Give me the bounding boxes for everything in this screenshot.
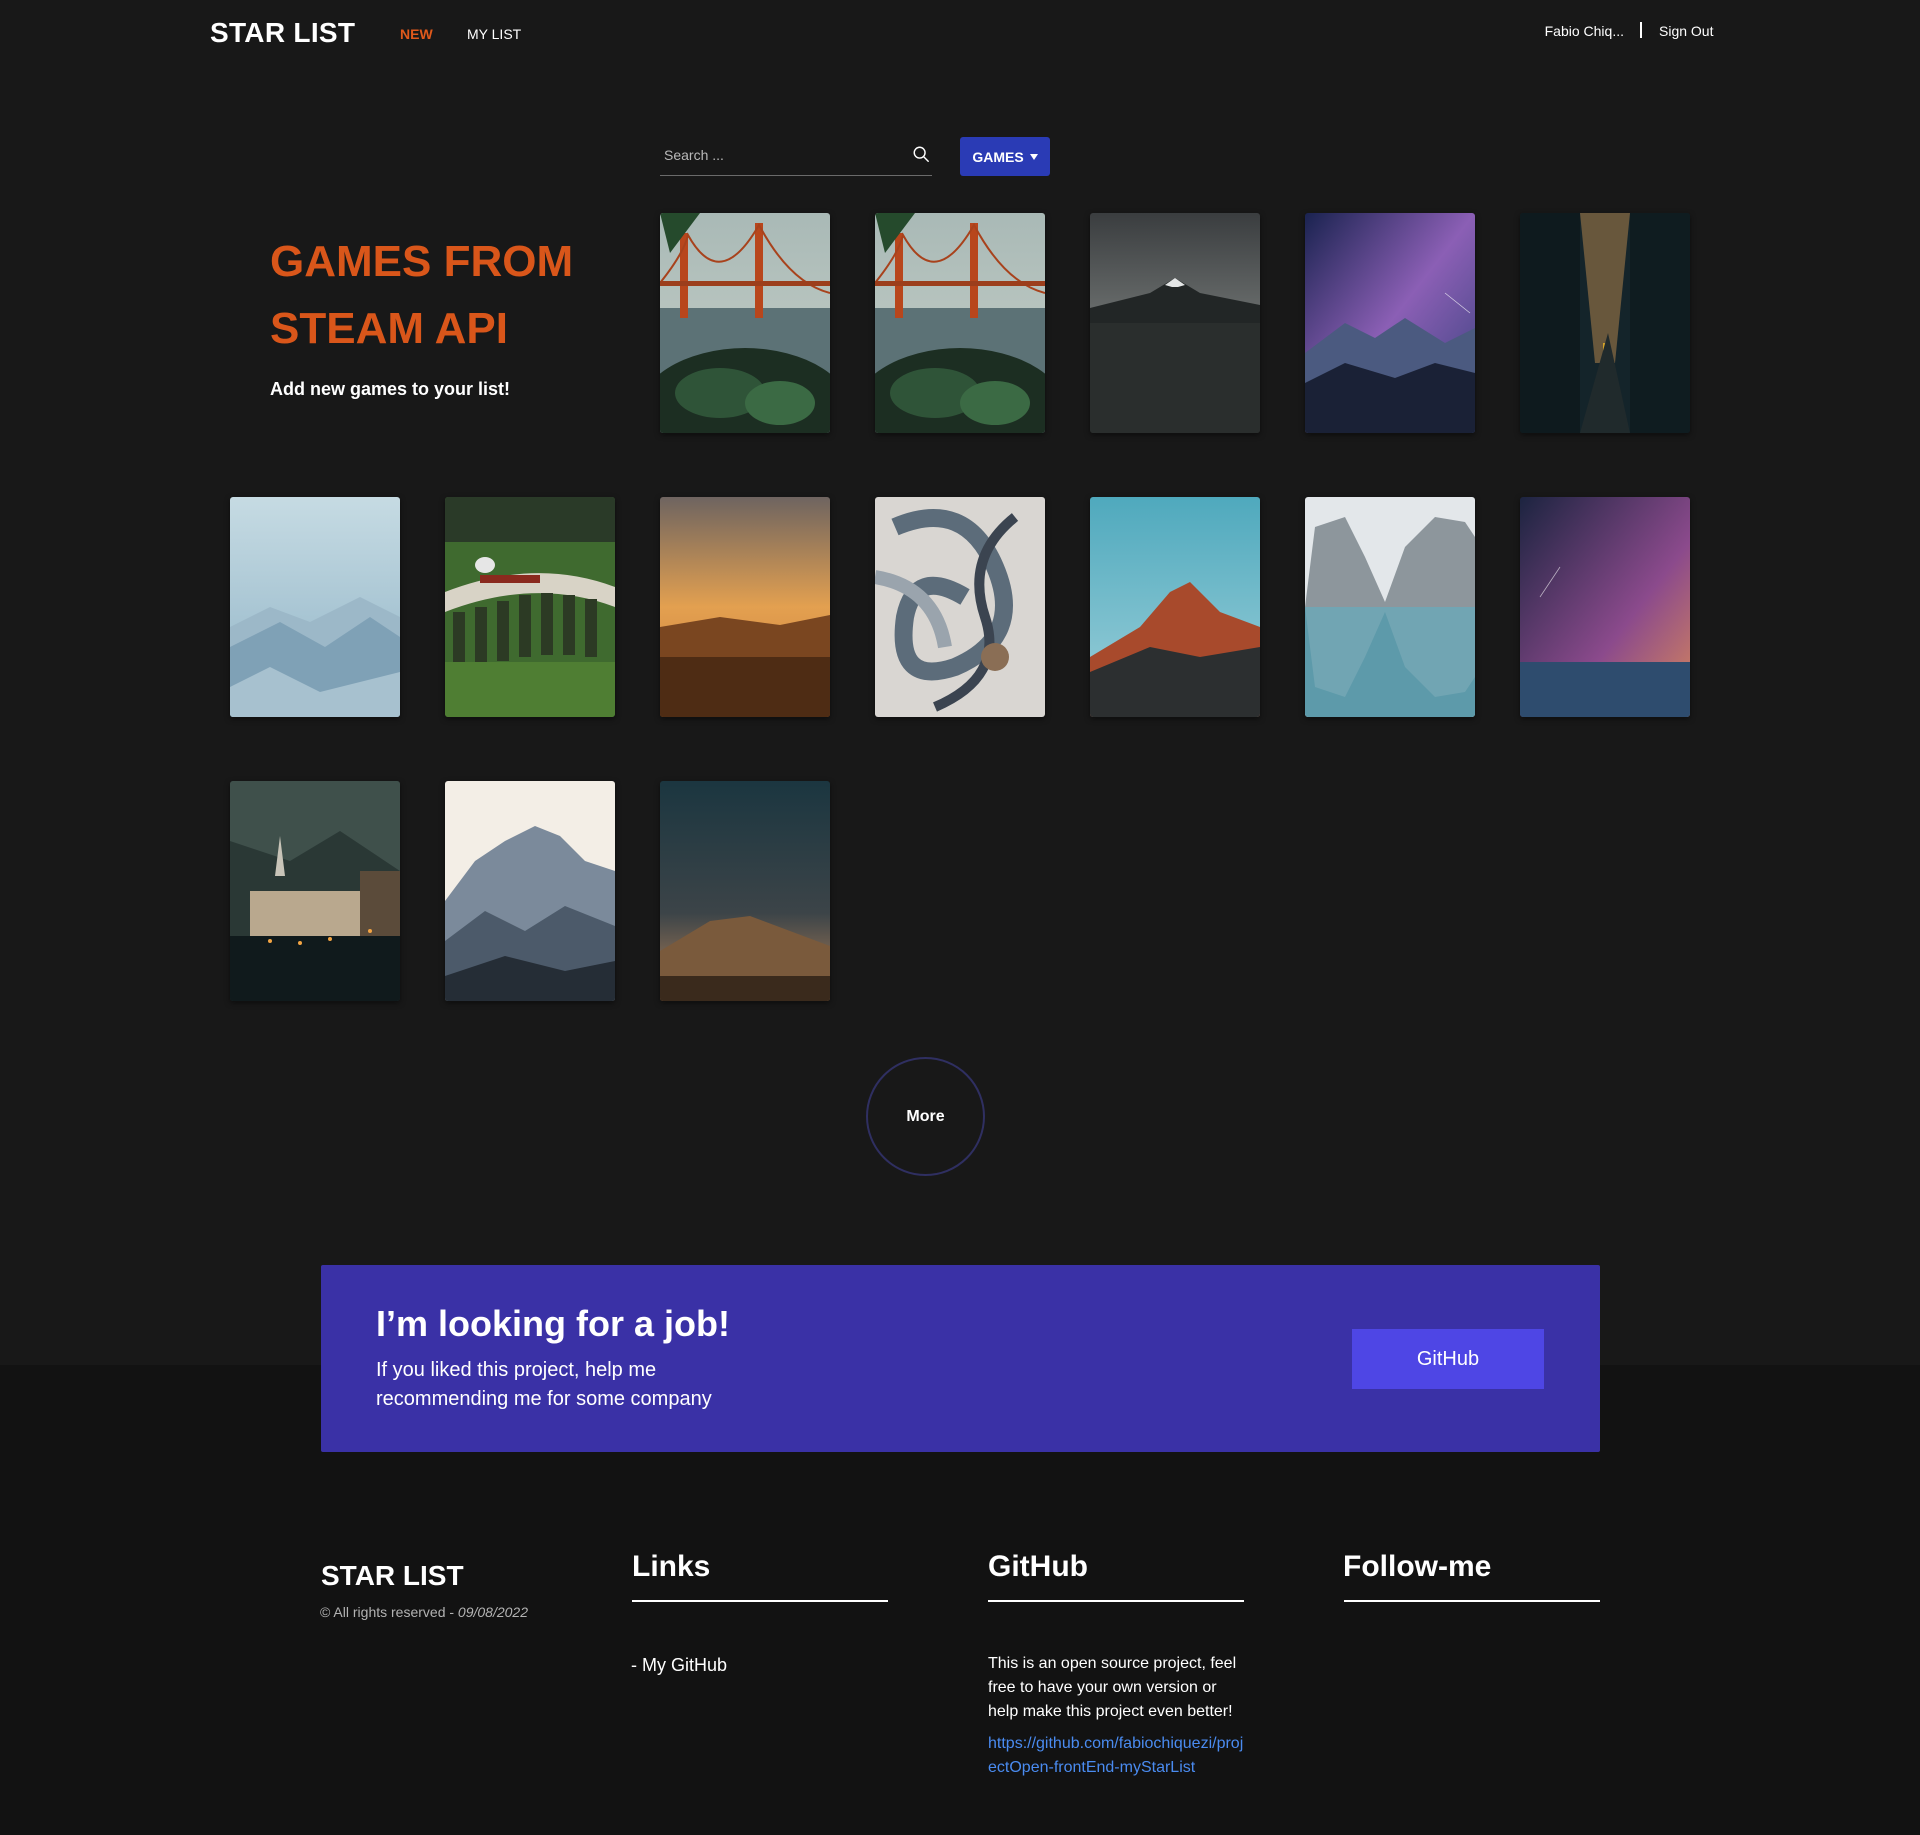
game-card[interactable] xyxy=(660,213,830,433)
game-cover-abstract-swirl xyxy=(875,497,1045,717)
game-cover-mountain-lake xyxy=(1090,213,1260,433)
load-more-button[interactable]: More xyxy=(866,1057,985,1176)
games-filter-label: GAMES xyxy=(972,148,1024,165)
games-filter-dropdown[interactable]: GAMES xyxy=(960,137,1050,176)
github-repo-link[interactable]: https://github.com/fabiochiquezi/project… xyxy=(988,1732,1248,1780)
game-cover-rocky-peaks xyxy=(445,781,615,1001)
footer-github-text: This is an open source project, feel fre… xyxy=(988,1655,1237,1720)
game-cover-bridge xyxy=(875,213,1045,433)
game-cover-night-sea xyxy=(1520,497,1690,717)
github-button[interactable]: GitHub xyxy=(1352,1329,1544,1389)
nav-new[interactable]: NEW xyxy=(400,26,433,42)
page: STAR LIST NEW MY LIST Fabio Chiq... Sign… xyxy=(0,0,1920,1835)
search-icon[interactable] xyxy=(912,145,930,163)
game-card[interactable] xyxy=(1305,497,1475,717)
sign-out-link[interactable]: Sign Out xyxy=(1659,23,1713,39)
game-card[interactable] xyxy=(660,781,830,1001)
footer-follow-divider xyxy=(1344,1600,1600,1602)
game-cover-misty-hills xyxy=(230,497,400,717)
footer-github-divider xyxy=(988,1600,1244,1602)
user-name[interactable]: Fabio Chiq... xyxy=(1545,23,1624,39)
game-cover-snowy-lake xyxy=(1305,497,1475,717)
footer-links-heading: Links xyxy=(632,1550,711,1583)
game-cover-desert-night xyxy=(660,781,830,1001)
game-card[interactable] xyxy=(1520,213,1690,433)
job-banner-text: If you liked this project, help me recom… xyxy=(376,1359,712,1410)
game-card[interactable] xyxy=(875,497,1045,717)
footer-rights: © All rights reserved - 09/08/2022 xyxy=(320,1604,528,1620)
search-input[interactable] xyxy=(660,137,900,173)
hero-title: GAMES FROM STEAM API xyxy=(270,237,574,353)
nav-divider xyxy=(1640,22,1642,38)
rights-date: 09/08/2022 xyxy=(457,1604,528,1620)
game-cover-red-peak xyxy=(1090,497,1260,717)
footer-github-heading: GitHub xyxy=(988,1550,1088,1583)
game-cover-lakeside-village xyxy=(230,781,400,1001)
game-card[interactable] xyxy=(1090,497,1260,717)
game-card[interactable] xyxy=(1090,213,1260,433)
rights-text: © All rights reserved - xyxy=(320,1604,458,1620)
game-cover-sunset-plains xyxy=(660,497,830,717)
logo[interactable]: STAR LIST xyxy=(210,17,355,49)
game-cover-city-street xyxy=(1520,213,1690,433)
caret-down-icon xyxy=(1029,153,1038,160)
game-card[interactable] xyxy=(1520,497,1690,717)
game-card[interactable] xyxy=(230,497,400,717)
game-cover-viaduct-train xyxy=(445,497,615,717)
search-bar xyxy=(660,137,932,176)
footer-logo: STAR LIST xyxy=(321,1560,464,1591)
game-card[interactable] xyxy=(660,497,830,717)
game-card[interactable] xyxy=(1305,213,1475,433)
nav-my-list[interactable]: MY LIST xyxy=(467,26,521,42)
game-cover-bridge xyxy=(660,213,830,433)
hero-subtitle: Add new games to your list! xyxy=(270,379,511,399)
game-card[interactable] xyxy=(445,497,615,717)
job-banner-title: I’m looking for a job! xyxy=(376,1303,730,1344)
game-card[interactable] xyxy=(445,781,615,1001)
my-github-link[interactable]: - My GitHub xyxy=(631,1655,727,1676)
footer-links-divider xyxy=(632,1600,888,1602)
top-navbar: STAR LIST NEW MY LIST Fabio Chiq... Sign… xyxy=(0,0,1920,70)
game-card[interactable] xyxy=(875,213,1045,433)
job-banner: I’m looking for a job! If you liked this… xyxy=(321,1265,1600,1452)
footer-follow-heading: Follow-me xyxy=(1343,1550,1492,1583)
game-card[interactable] xyxy=(230,781,400,1001)
game-cover-milky-way-mountain xyxy=(1305,213,1475,433)
